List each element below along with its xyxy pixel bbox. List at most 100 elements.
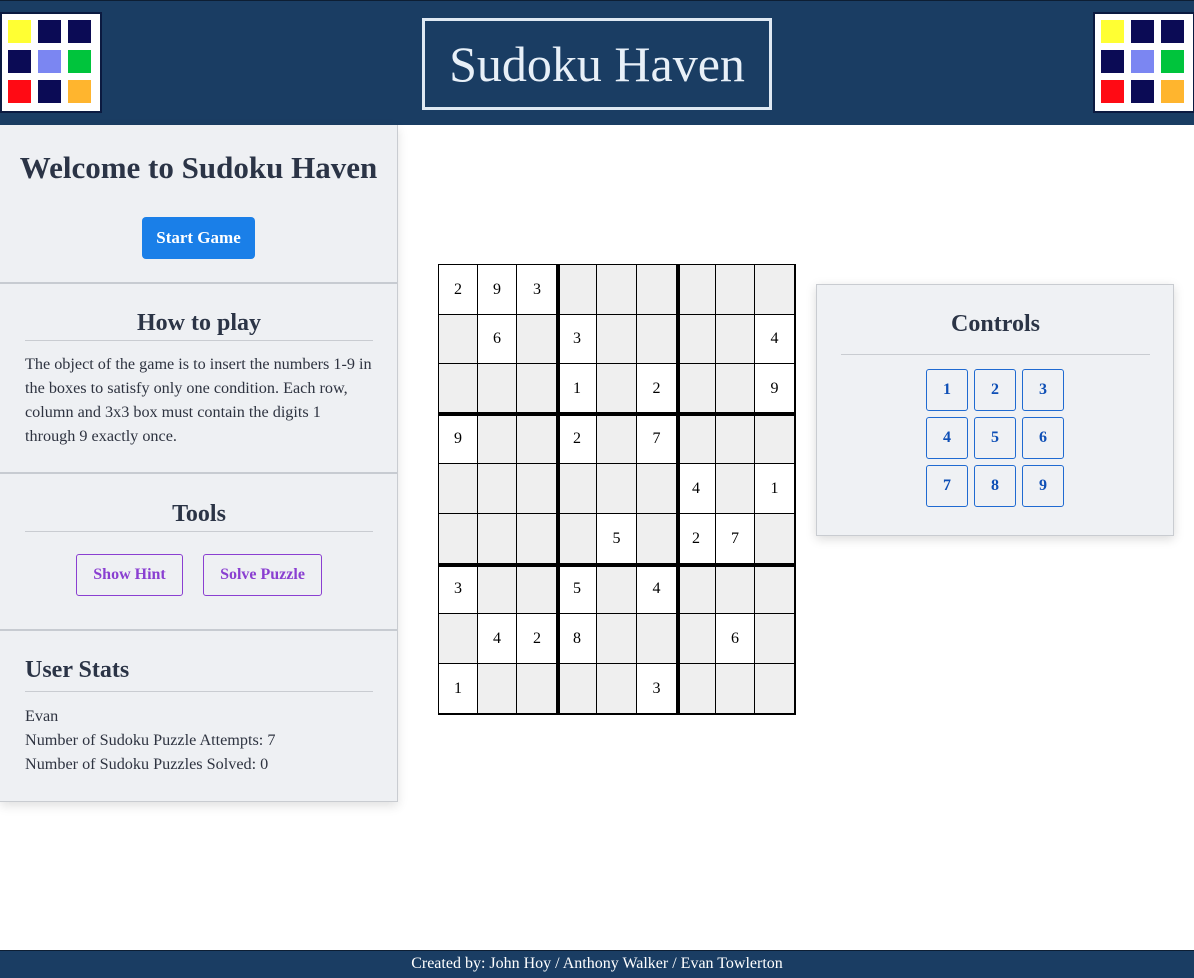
- sudoku-cell[interactable]: [438, 513, 478, 565]
- sudoku-cell[interactable]: [754, 414, 795, 464]
- sudoku-cell[interactable]: 2: [676, 513, 716, 565]
- number-button-4[interactable]: 4: [926, 417, 968, 459]
- sudoku-cell[interactable]: [438, 613, 478, 664]
- sudoku-cell[interactable]: [676, 363, 716, 415]
- how-to-play-text: The object of the game is to insert the …: [25, 355, 372, 445]
- sudoku-cell[interactable]: [676, 314, 716, 364]
- logo-square: [8, 80, 31, 103]
- sudoku-cell[interactable]: [636, 264, 677, 315]
- number-button-1[interactable]: 1: [926, 369, 968, 411]
- sudoku-cell[interactable]: [596, 663, 637, 714]
- sudoku-cell[interactable]: [516, 463, 558, 514]
- number-button-6[interactable]: 6: [1022, 417, 1064, 459]
- logo-square: [38, 20, 61, 43]
- sudoku-cell[interactable]: 1: [754, 463, 795, 514]
- sudoku-cell[interactable]: [557, 463, 597, 514]
- show-hint-button[interactable]: Show Hint: [76, 554, 183, 596]
- sudoku-cell[interactable]: [477, 414, 517, 464]
- sudoku-cell[interactable]: [754, 663, 795, 714]
- sudoku-cell[interactable]: [557, 264, 597, 315]
- sudoku-cell[interactable]: [516, 564, 558, 614]
- sudoku-cell[interactable]: [516, 663, 558, 714]
- number-button-7[interactable]: 7: [926, 465, 968, 507]
- sudoku-cell[interactable]: [438, 363, 478, 415]
- sudoku-cell[interactable]: [636, 314, 677, 364]
- sudoku-cell[interactable]: 9: [754, 363, 795, 415]
- user-stats-title: User Stats: [25, 657, 373, 692]
- sudoku-cell[interactable]: 8: [557, 613, 597, 664]
- sudoku-cell[interactable]: [477, 564, 517, 614]
- sudoku-cell[interactable]: [516, 513, 558, 565]
- sudoku-cell[interactable]: [596, 363, 637, 415]
- logo-square: [1161, 20, 1184, 43]
- sudoku-cell[interactable]: 4: [754, 314, 795, 364]
- sudoku-cell[interactable]: [477, 363, 517, 415]
- sudoku-cell[interactable]: [438, 314, 478, 364]
- sudoku-cell[interactable]: [676, 613, 716, 664]
- sudoku-cell[interactable]: 4: [477, 613, 517, 664]
- sudoku-cell[interactable]: [596, 264, 637, 315]
- sudoku-cell[interactable]: [516, 414, 558, 464]
- sudoku-cell[interactable]: 5: [596, 513, 637, 565]
- sudoku-cell[interactable]: [477, 663, 517, 714]
- start-game-button[interactable]: Start Game: [142, 217, 255, 259]
- sudoku-cell[interactable]: 9: [477, 264, 517, 315]
- sudoku-cell[interactable]: [557, 513, 597, 565]
- sudoku-cell[interactable]: 6: [715, 613, 755, 664]
- sudoku-cell[interactable]: [516, 314, 558, 364]
- sudoku-cell[interactable]: [754, 564, 795, 614]
- sudoku-cell[interactable]: 5: [557, 564, 597, 614]
- sudoku-cell[interactable]: [676, 414, 716, 464]
- sudoku-cell[interactable]: [676, 564, 716, 614]
- sudoku-cell[interactable]: [596, 613, 637, 664]
- sudoku-cell[interactable]: [438, 463, 478, 514]
- sudoku-cell[interactable]: 3: [557, 314, 597, 364]
- sudoku-cell[interactable]: [477, 513, 517, 565]
- sudoku-cell[interactable]: 6: [477, 314, 517, 364]
- sudoku-cell[interactable]: [715, 314, 755, 364]
- sudoku-cell[interactable]: [636, 513, 677, 565]
- number-button-9[interactable]: 9: [1022, 465, 1064, 507]
- footer: Created by: John Hoy / Anthony Walker / …: [0, 950, 1194, 978]
- sudoku-cell[interactable]: 1: [557, 363, 597, 415]
- sudoku-cell[interactable]: 3: [438, 564, 478, 614]
- number-button-3[interactable]: 3: [1022, 369, 1064, 411]
- sudoku-cell[interactable]: [715, 564, 755, 614]
- sudoku-cell[interactable]: [676, 663, 716, 714]
- sudoku-cell[interactable]: [596, 414, 637, 464]
- sudoku-cell[interactable]: 7: [636, 414, 677, 464]
- sudoku-cell[interactable]: [715, 463, 755, 514]
- number-button-5[interactable]: 5: [974, 417, 1016, 459]
- sudoku-cell[interactable]: 3: [636, 663, 677, 714]
- sudoku-cell[interactable]: [754, 513, 795, 565]
- sudoku-cell[interactable]: [754, 264, 795, 315]
- sudoku-cell[interactable]: 4: [636, 564, 677, 614]
- sudoku-cell[interactable]: [715, 363, 755, 415]
- sudoku-cell[interactable]: 2: [557, 414, 597, 464]
- sudoku-cell[interactable]: [557, 663, 597, 714]
- sudoku-cell[interactable]: [754, 613, 795, 664]
- logo-left: [0, 12, 102, 113]
- sudoku-cell[interactable]: [596, 463, 637, 514]
- sudoku-cell[interactable]: [715, 414, 755, 464]
- sudoku-cell[interactable]: 2: [516, 613, 558, 664]
- sudoku-cell[interactable]: 3: [516, 264, 558, 315]
- sudoku-cell[interactable]: [596, 314, 637, 364]
- sudoku-cell[interactable]: 9: [438, 414, 478, 464]
- sudoku-cell[interactable]: 2: [636, 363, 677, 415]
- sudoku-cell[interactable]: [516, 363, 558, 415]
- sudoku-cell[interactable]: 7: [715, 513, 755, 565]
- sudoku-cell[interactable]: [676, 264, 716, 315]
- solve-puzzle-button[interactable]: Solve Puzzle: [203, 554, 322, 596]
- sudoku-cell[interactable]: [715, 663, 755, 714]
- sudoku-cell[interactable]: [477, 463, 517, 514]
- sudoku-cell[interactable]: [636, 613, 677, 664]
- sudoku-cell[interactable]: [596, 564, 637, 614]
- sudoku-cell[interactable]: 1: [438, 663, 478, 714]
- number-button-2[interactable]: 2: [974, 369, 1016, 411]
- sudoku-cell[interactable]: [715, 264, 755, 315]
- sudoku-cell[interactable]: 2: [438, 264, 478, 315]
- sudoku-cell[interactable]: [636, 463, 677, 514]
- number-button-8[interactable]: 8: [974, 465, 1016, 507]
- sudoku-cell[interactable]: 4: [676, 463, 716, 514]
